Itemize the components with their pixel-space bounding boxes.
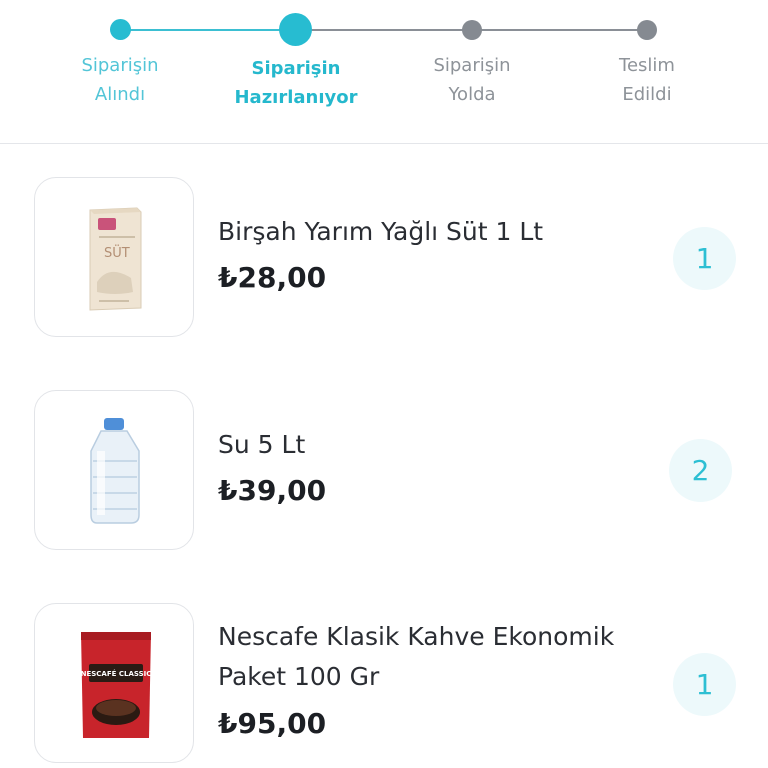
coffee-pack-text: NESCAFÉ CLASSIC: [81, 669, 152, 678]
step-dot-preparing: [279, 13, 312, 46]
milk-pack-text: SÜT: [104, 244, 130, 261]
order-item: SÜT Birşah Yarım Yağlı Süt 1 Lt ₺28,00 1: [0, 177, 768, 341]
water-bottle-icon: [90, 418, 140, 524]
step-dot-delivered: [637, 20, 657, 40]
milk-carton-icon: SÜT: [89, 207, 142, 311]
product-image-coffee: NESCAFÉ CLASSIC: [34, 603, 194, 763]
order-item: Su 5 Lt ₺39,00 2: [0, 390, 768, 554]
product-price: ₺28,00: [218, 261, 327, 294]
quantity-badge: 1: [673, 653, 736, 716]
step-label-received: Siparişin Alındı: [81, 55, 159, 105]
step-label-preparing: Siparişin Hazırlanıyor: [234, 58, 358, 108]
progress-line-completed: [120, 29, 296, 31]
product-name: Birşah Yarım Yağlı Süt 1 Lt: [218, 217, 544, 246]
progress-line-pending: [472, 29, 647, 31]
coffee-pack-icon: NESCAFÉ CLASSIC: [81, 632, 152, 738]
step-dot-on-the-way: [462, 20, 482, 40]
product-name: Nescafe Klasik Kahve Ekonomik Paket 100 …: [218, 622, 615, 691]
quantity-badge: 2: [669, 439, 732, 502]
step-label-delivered: Teslim Edildi: [619, 55, 675, 105]
step-dot-received: [110, 19, 131, 40]
order-status-stepper: Siparişin Alındı Siparişin Hazırlanıyor …: [0, 0, 768, 144]
product-name: Su 5 Lt: [218, 430, 306, 459]
product-price: ₺95,00: [218, 707, 327, 740]
product-image-water: [34, 390, 194, 550]
quantity-badge: 1: [673, 227, 736, 290]
progress-line-pending: [296, 29, 472, 31]
product-image-milk: SÜT: [34, 177, 194, 337]
product-price: ₺39,00: [218, 474, 327, 507]
step-label-on-the-way: Siparişin Yolda: [433, 55, 511, 105]
order-item: NESCAFÉ CLASSIC Nescafe Klasik Kahve Eko…: [0, 603, 768, 767]
